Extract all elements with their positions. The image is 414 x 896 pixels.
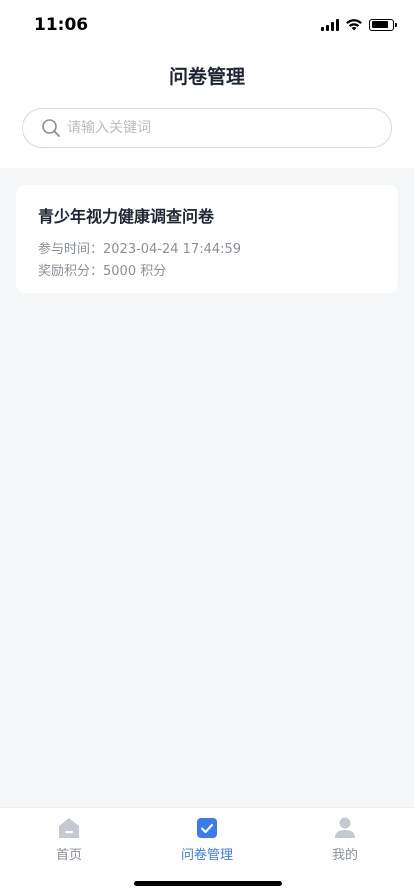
survey-reward-points: 奖励积分：5000 积分 [38, 264, 167, 279]
search-input[interactable] [67, 120, 367, 136]
screen: 11:06 问卷管理 青少年视力健康调查问卷 参与时间： [0, 0, 414, 896]
tab-survey-management[interactable]: 问卷管理 [157, 816, 257, 863]
home-icon [59, 818, 79, 838]
status-time: 11:06 [34, 15, 89, 35]
signal-icon [321, 18, 339, 31]
home-indicator [134, 881, 282, 886]
tab-survey-management-label: 问卷管理 [180, 848, 233, 863]
search-icon [42, 119, 60, 137]
tab-home[interactable]: 首页 [19, 816, 119, 863]
status-icons [321, 18, 397, 31]
survey-card[interactable]: 青少年视力健康调查问卷 参与时间：2023-04-24 17:44:59 奖励积… [16, 185, 398, 293]
status-bar: 11:06 [0, 0, 414, 50]
survey-participation-time: 参与时间：2023-04-24 17:44:59 [38, 242, 242, 257]
tab-home-label: 首页 [55, 848, 82, 863]
header: 问卷管理 [0, 50, 414, 168]
survey-title: 青少年视力健康调查问卷 [38, 207, 215, 226]
tab-profile[interactable]: 我的 [295, 816, 395, 863]
user-icon [335, 817, 355, 838]
search-box[interactable] [22, 108, 392, 148]
checkbox-icon [197, 818, 217, 838]
page-title: 问卷管理 [168, 66, 245, 88]
tab-profile-label: 我的 [331, 848, 358, 863]
wifi-icon [346, 19, 362, 31]
battery-icon [369, 18, 397, 31]
